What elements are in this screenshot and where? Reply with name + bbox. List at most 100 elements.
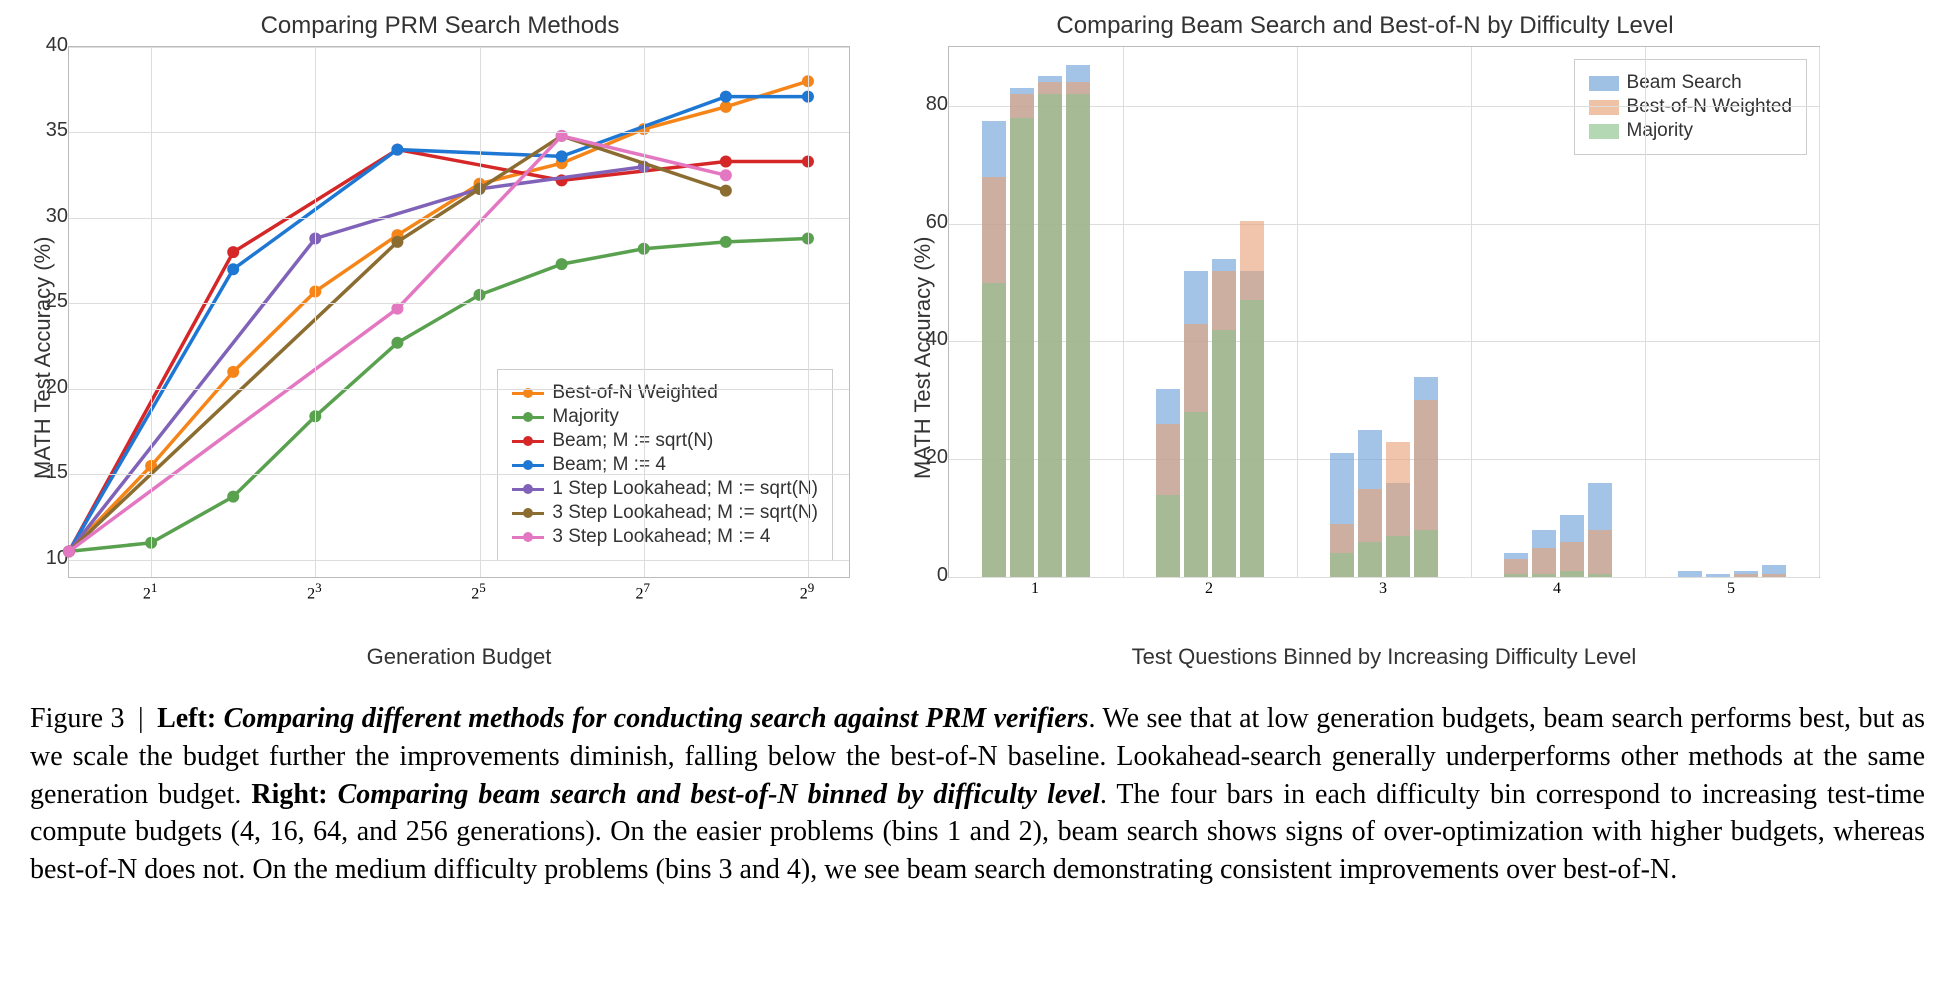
legend-entry: Beam; M := 4 — [512, 454, 818, 476]
gridline-h — [69, 132, 849, 133]
right-chart-panel: Comparing Beam Search and Best-of-N by D… — [910, 12, 1820, 670]
bar-segment — [1678, 571, 1702, 577]
bar-segment — [1038, 94, 1062, 577]
gridline-v — [1471, 47, 1472, 577]
legend-entry: 3 Step Lookahead; M := 4 — [512, 526, 818, 548]
gridline-h — [69, 389, 849, 390]
legend-label: Beam; M := 4 — [552, 454, 666, 476]
xtick-label: 27 — [635, 580, 650, 603]
xtick-label: 3 — [1379, 580, 1387, 598]
legend-label: Best-of-N Weighted — [552, 382, 717, 404]
legend-label: 3 Step Lookahead; M := 4 — [552, 526, 770, 548]
legend-label: Majority — [552, 406, 619, 428]
legend-label: Beam; M := sqrt(N) — [552, 430, 713, 452]
bar-segment — [1588, 530, 1612, 577]
caption-right-heading: Right: — [251, 779, 327, 810]
legend-swatch-icon — [1589, 124, 1619, 139]
legend-dot-icon — [523, 460, 533, 470]
line-point — [227, 246, 239, 258]
caption-left-heading: Left: — [157, 703, 216, 734]
legend-dot-icon — [523, 508, 533, 518]
legend-label: 1 Step Lookahead; M := sqrt(N) — [552, 478, 818, 500]
legend-swatch-icon — [1589, 100, 1619, 115]
xtick-label: 1 — [1031, 580, 1039, 598]
line-point — [63, 545, 75, 557]
caption-left-title: Comparing different methods for conducti… — [224, 703, 1089, 734]
legend-dot-icon — [523, 532, 533, 542]
gridline-v — [315, 47, 316, 577]
right-legend: Beam SearchBest-of-N WeightedMajority — [1574, 59, 1807, 155]
figure-container: Comparing PRM Search Methods MATH Test A… — [0, 0, 1955, 909]
bar-segment — [1184, 412, 1208, 577]
left-chart-panel: Comparing PRM Search Methods MATH Test A… — [30, 12, 850, 670]
legend-label: Best-of-N Weighted — [1627, 96, 1792, 118]
bar-segment — [1066, 94, 1090, 577]
bar-segment — [1156, 495, 1180, 577]
xtick-label: 25 — [471, 580, 486, 603]
legend-swatch-icon — [1589, 76, 1619, 91]
figure-caption: Figure 3 | Left: Comparing different met… — [30, 700, 1925, 889]
left-xlabel: Generation Budget — [68, 644, 850, 670]
legend-label: 3 Step Lookahead; M := sqrt(N) — [552, 502, 818, 524]
left-plot-column: Best-of-N WeightedMajorityBeam; M := sqr… — [68, 46, 850, 670]
gridline-v — [1123, 47, 1124, 577]
gridline-v — [151, 47, 152, 577]
bar-segment — [1588, 574, 1612, 577]
legend-dot-icon — [523, 412, 533, 422]
line-point — [227, 366, 239, 378]
gridline-h — [69, 560, 849, 561]
legend-line-icon — [512, 464, 544, 467]
xtick-label: 21 — [143, 580, 158, 603]
right-xaxis: 1 2 3 4 5 — [948, 578, 1818, 608]
legend-line-icon — [512, 440, 544, 443]
gridline-v — [808, 47, 809, 577]
line-point — [227, 491, 239, 503]
xtick-label: 29 — [800, 580, 815, 603]
legend-line-icon — [512, 512, 544, 515]
legend-label: Majority — [1627, 120, 1694, 142]
gridline-v — [1819, 47, 1820, 577]
ytick-label: 60 — [926, 211, 948, 234]
gridline-h — [69, 218, 849, 219]
xtick-label: 23 — [307, 580, 322, 603]
right-xlabel: Test Questions Binned by Increasing Diff… — [948, 644, 1820, 670]
line-point — [556, 150, 568, 162]
bar-segment — [1734, 574, 1758, 577]
caption-separator: | — [138, 703, 144, 734]
left-legend: Best-of-N WeightedMajorityBeam; M := sqr… — [497, 369, 833, 561]
caption-figure-label: Figure 3 — [30, 703, 125, 734]
legend-line-icon — [512, 416, 544, 419]
line-point — [720, 101, 732, 113]
ytick-label: 0 — [937, 564, 948, 587]
bar-segment — [1010, 118, 1034, 577]
legend-line-icon — [512, 488, 544, 491]
legend-dot-icon — [523, 436, 533, 446]
left-chart-title: Comparing PRM Search Methods — [261, 12, 620, 40]
line-point — [720, 169, 732, 181]
ytick-label: 40 — [46, 34, 68, 57]
ytick-label: 15 — [46, 461, 68, 484]
caption-right-title: Comparing beam search and best-of-N binn… — [338, 779, 1100, 810]
ytick-label: 20 — [926, 446, 948, 469]
bar-segment — [1532, 574, 1556, 577]
line-point — [227, 263, 239, 275]
legend-dot-icon — [523, 484, 533, 494]
legend-entry: Majority — [1589, 120, 1792, 142]
legend-entry: Beam Search — [1589, 72, 1792, 94]
legend-entry: 3 Step Lookahead; M := sqrt(N) — [512, 502, 818, 524]
bar-segment — [982, 283, 1006, 577]
ytick-label: 30 — [46, 205, 68, 228]
xtick-label: 2 — [1205, 580, 1213, 598]
xtick-label: 4 — [1553, 580, 1561, 598]
right-plot-column: Beam SearchBest-of-N WeightedMajority 1 2… — [948, 46, 1820, 670]
legend-entry: Beam; M := sqrt(N) — [512, 430, 818, 452]
gridline-h — [69, 303, 849, 304]
line-point — [391, 236, 403, 248]
bar-segment — [1414, 530, 1438, 577]
xtick-label: 5 — [1727, 580, 1735, 598]
gridline-v — [1645, 47, 1646, 577]
bar-segment — [1560, 571, 1584, 577]
ytick-label: 80 — [926, 93, 948, 116]
bar-segment — [1240, 300, 1264, 577]
ytick-label: 20 — [46, 376, 68, 399]
